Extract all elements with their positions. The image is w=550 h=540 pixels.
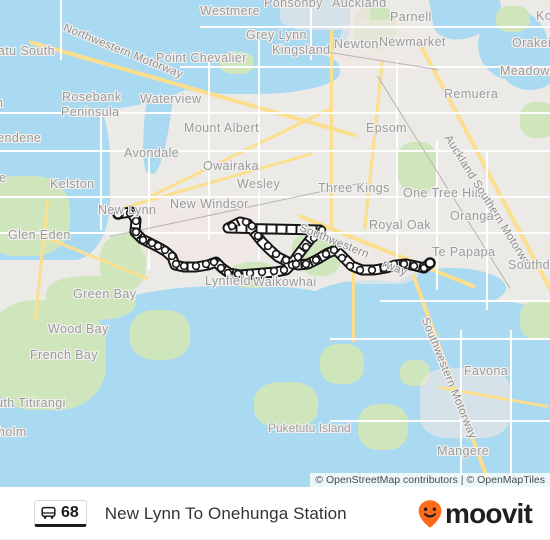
route-title: New Lynn To Onehunga Station	[104, 503, 347, 523]
map-label: Auckland	[332, 0, 387, 10]
map-label: New Windsor	[170, 197, 249, 211]
map-label: Rosebank	[62, 90, 122, 104]
map-label: Orakei	[512, 36, 550, 50]
map-label: Green Bay	[73, 287, 137, 301]
map-label: Wesley	[237, 177, 281, 191]
map-label: Glen Eden	[8, 228, 71, 242]
bus-icon	[41, 506, 56, 520]
map-label: Remuera	[444, 87, 499, 101]
map-label: Epsom	[366, 121, 407, 135]
map-label: Southdo	[508, 258, 550, 272]
map-label: Puketutu Island	[268, 421, 351, 435]
map-label: Meadowb	[500, 64, 550, 78]
map-attribution[interactable]: © OpenStreetMap contributors | © OpenMap…	[310, 473, 550, 487]
map-label: Te Papapa	[432, 245, 496, 259]
map-label: French Bay	[30, 348, 98, 362]
map-label: lendene	[0, 131, 42, 145]
map-label: Newmarket	[379, 35, 446, 49]
map-label: Kelston	[50, 177, 95, 191]
route-footer-bar: 68 New Lynn To Onehunga Station moovit	[0, 487, 550, 540]
map-label: uth Titirangi	[0, 396, 66, 410]
map-label: Avondale	[124, 146, 180, 160]
map-label: holm	[0, 425, 27, 439]
map-label: Peninsula	[61, 105, 120, 119]
map-label: Royal Oak	[369, 218, 431, 232]
map-label: Southwestern Motorway	[418, 316, 479, 441]
map-label: One Tree Hill	[403, 186, 482, 200]
map-label: Ponsonby	[264, 0, 323, 10]
map-canvas[interactable]: Westmere Ponsonby Auckland Parnell Grey Lynn…	[0, 0, 550, 487]
map-label: Westmere	[200, 4, 260, 18]
map-label: Mangere	[437, 444, 490, 458]
map-label: Ko	[536, 9, 550, 23]
moovit-pin-icon	[417, 499, 443, 529]
map-label: Favona	[464, 364, 509, 378]
map-label: Southwestern	[297, 222, 371, 261]
map-label: Mount Albert	[184, 121, 259, 135]
map-label: Lynfield	[205, 274, 251, 288]
map-label: Three Kings	[318, 181, 390, 195]
map-label: New Lynn	[98, 203, 157, 217]
map-label: Grey Lynn	[246, 28, 307, 42]
map-label: Newton	[334, 37, 379, 51]
moovit-logo[interactable]: moovit	[417, 497, 533, 529]
map-label: Parnell	[390, 10, 432, 24]
moovit-wordmark: moovit	[445, 497, 533, 529]
map-label-layer: Westmere Ponsonby Auckland Parnell Grey Lynn…	[0, 0, 550, 487]
map-label: Point Chevalier	[156, 51, 247, 65]
map-label: Wood Bay	[48, 322, 109, 336]
map-label: Owairaka	[203, 159, 259, 173]
map-label: Waterview	[140, 92, 202, 106]
map-label: n	[0, 96, 3, 110]
map-label: le	[0, 171, 7, 185]
route-number: 68	[61, 504, 79, 521]
map-label: Kingsland	[272, 43, 331, 57]
map-label: Waikowhai	[253, 275, 317, 289]
moovit-route-screenshot: Westmere Ponsonby Auckland Parnell Grey Lynn…	[0, 0, 550, 540]
map-label: Northwestern Motorway	[61, 22, 185, 81]
route-badge[interactable]: 68	[34, 500, 87, 527]
map-label: rway	[380, 258, 409, 279]
map-label: tatu South	[0, 44, 55, 58]
map-label: Oranga	[450, 209, 495, 223]
map-label: Auckland Southern Motorway	[441, 133, 536, 274]
